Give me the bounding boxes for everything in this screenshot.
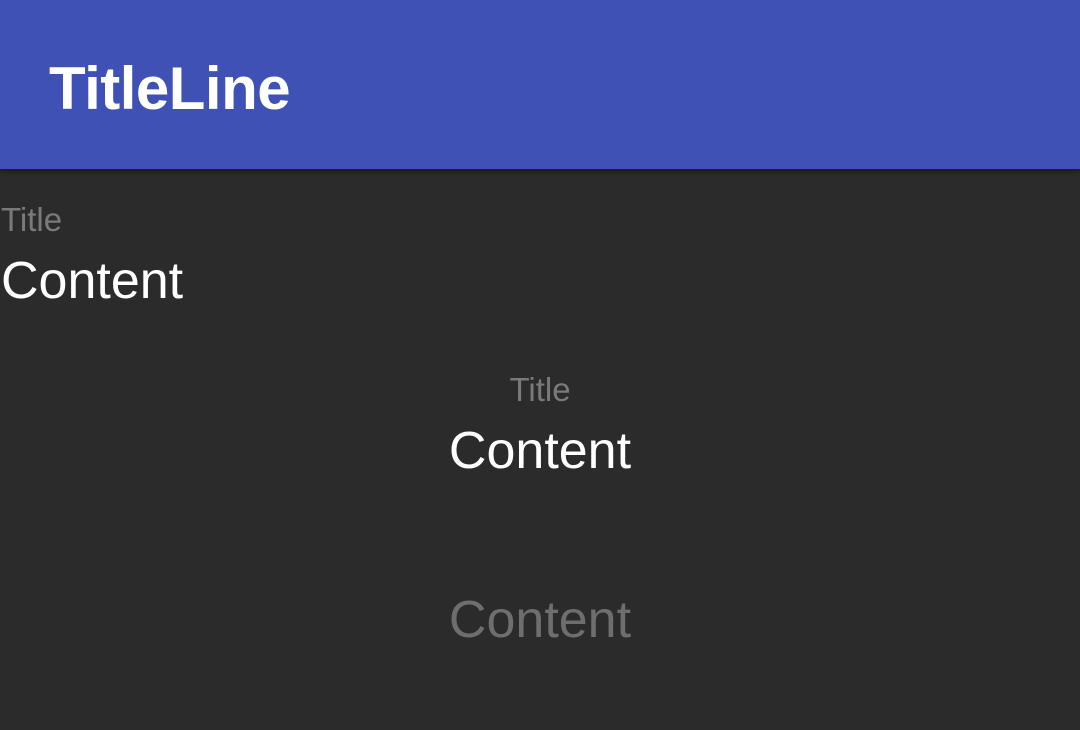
title-line-1-content: Content: [1, 252, 184, 310]
title-line-2-title: Title: [509, 371, 571, 408]
content-area: Title Content Title Content Content: [0, 169, 1080, 730]
app-bar: TitleLine: [0, 0, 1080, 169]
title-line-2-content: Content: [448, 422, 632, 480]
title-line-3-content: Content: [448, 591, 632, 649]
title-line-1-title: Title: [1, 201, 63, 238]
app-bar-title: TitleLine: [49, 55, 291, 122]
